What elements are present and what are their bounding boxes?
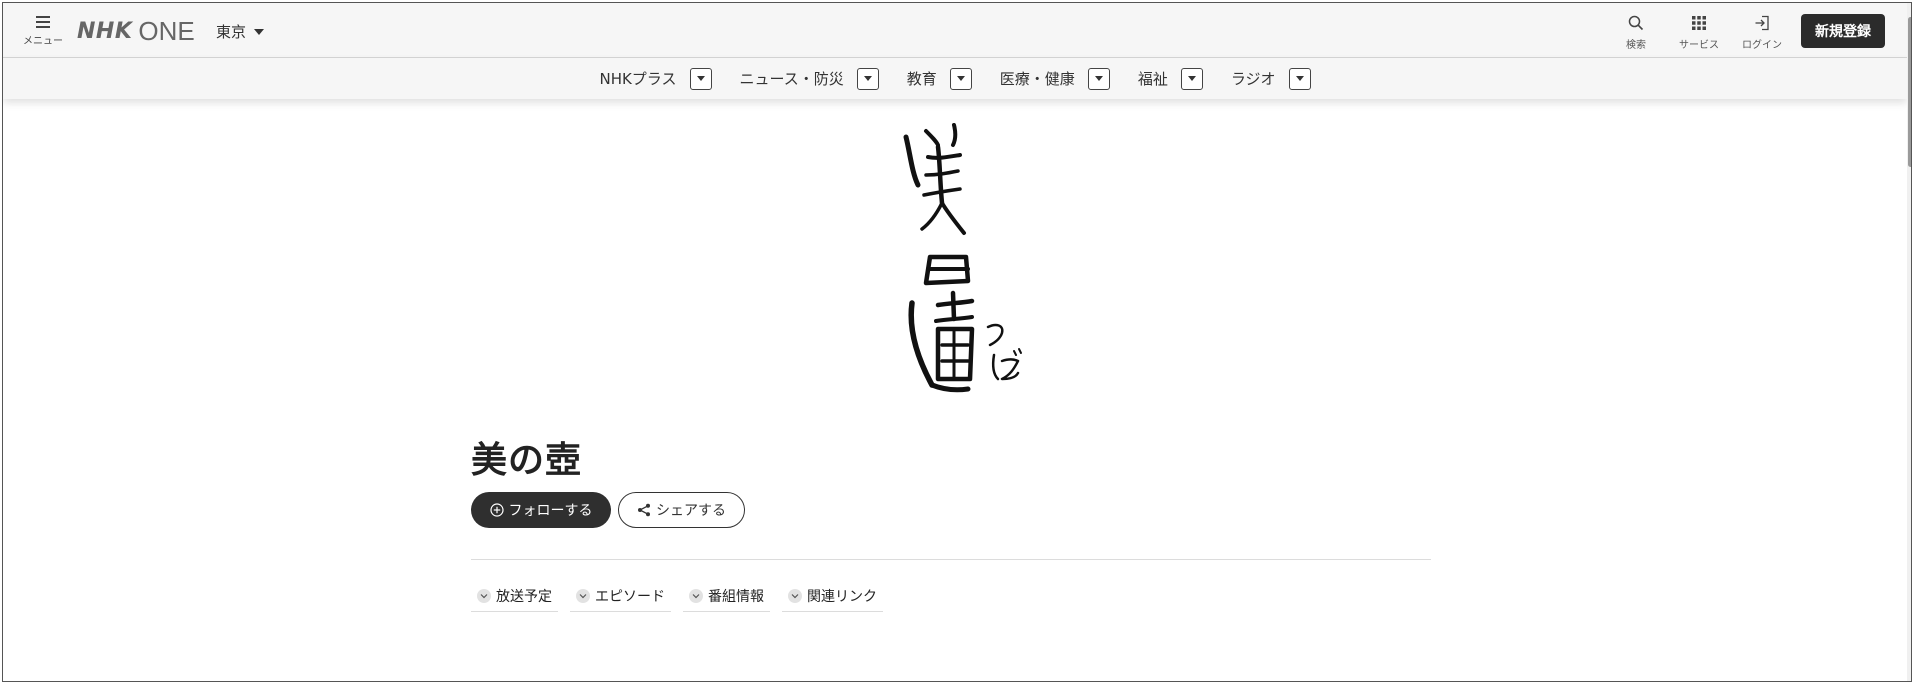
page-scrollbar[interactable] xyxy=(1907,3,1911,681)
scrollbar-thumb[interactable] xyxy=(1908,17,1911,167)
caret-down-icon xyxy=(863,76,872,81)
caret-down-icon xyxy=(1187,76,1196,81)
login-icon xyxy=(1755,15,1769,31)
tab-label: エピソード xyxy=(595,589,665,605)
plus-circle-icon xyxy=(489,503,504,517)
section-divider xyxy=(471,559,1431,560)
nav-dropdown-nhk-plus[interactable] xyxy=(689,67,712,90)
site-header: メニュー NHK ONE 東京 検索 サービス ログイン 新規登録 xyxy=(3,3,1907,58)
nav-link-radio[interactable]: ラジオ xyxy=(1231,68,1276,89)
nav-item-radio: ラジオ xyxy=(1231,67,1311,90)
share-label: シェアする xyxy=(656,503,726,519)
share-button[interactable]: シェアする xyxy=(618,492,745,528)
chevron-down-icon xyxy=(788,589,802,603)
search-label: 検索 xyxy=(1626,40,1646,51)
logo-one-text: ONE xyxy=(138,15,195,46)
nav-dropdown-health[interactable] xyxy=(1087,67,1110,90)
caret-down-icon xyxy=(696,76,705,81)
chevron-down-icon xyxy=(689,589,703,603)
grid-icon xyxy=(1692,16,1706,30)
region-label: 東京 xyxy=(216,23,247,41)
login-label: ログイン xyxy=(1742,40,1782,51)
follow-button[interactable]: フォローする xyxy=(471,492,611,528)
chevron-down-icon xyxy=(576,589,590,603)
follow-label: フォローする xyxy=(508,503,593,519)
nav-link-nhk-plus[interactable]: NHKプラス xyxy=(599,68,676,89)
nav-link-health[interactable]: 医療・健康 xyxy=(1000,68,1075,89)
search-button[interactable]: 検索 xyxy=(1608,15,1664,51)
caret-down-icon xyxy=(1295,76,1304,81)
nav-item-education: 教育 xyxy=(907,67,972,90)
services-button[interactable]: サービス xyxy=(1671,15,1727,51)
nav-dropdown-welfare[interactable] xyxy=(1180,67,1203,90)
tab-label: 番組情報 xyxy=(708,589,764,605)
tab-label: 放送予定 xyxy=(496,589,552,605)
program-title: 美の壺 xyxy=(471,440,583,481)
menu-button[interactable]: メニュー xyxy=(21,13,65,51)
category-nav: NHKプラス ニュース・防災 教育 医療・健康 福祉 ラジオ xyxy=(3,58,1907,99)
caret-down-icon xyxy=(1094,76,1103,81)
nav-link-welfare[interactable]: 福祉 xyxy=(1138,68,1168,89)
caret-down-icon xyxy=(254,28,265,35)
caret-down-icon xyxy=(956,76,965,81)
logo-nhk-text: NHK xyxy=(77,18,133,44)
nav-item-nhk-plus: NHKプラス xyxy=(599,67,712,90)
menu-label: メニュー xyxy=(23,35,63,47)
tab-label: 関連リンク xyxy=(807,589,877,605)
share-icon xyxy=(638,503,650,517)
nhk-one-logo[interactable]: NHK ONE xyxy=(77,15,195,46)
nav-item-welfare: 福祉 xyxy=(1138,67,1203,90)
nav-item-health: 医療・健康 xyxy=(1000,67,1110,90)
login-button[interactable]: ログイン xyxy=(1734,15,1790,51)
hamburger-icon xyxy=(36,16,50,28)
services-label: サービス xyxy=(1679,40,1719,51)
tab-program-info[interactable]: 番組情報 xyxy=(683,581,770,612)
tab-schedule[interactable]: 放送予定 xyxy=(471,581,558,612)
program-logo xyxy=(903,123,1022,393)
nav-item-news: ニュース・防災 xyxy=(740,67,879,90)
tab-related-links[interactable]: 関連リンク xyxy=(782,581,883,612)
signup-button[interactable]: 新規登録 xyxy=(1801,14,1885,48)
program-anchor-tabs: 放送予定 エピソード 番組情報 関連リンク xyxy=(471,581,895,612)
nav-link-news[interactable]: ニュース・防災 xyxy=(740,68,844,89)
nav-dropdown-radio[interactable] xyxy=(1288,67,1311,90)
region-selector[interactable]: 東京 xyxy=(216,21,265,42)
nav-link-education[interactable]: 教育 xyxy=(907,68,937,89)
nav-dropdown-education[interactable] xyxy=(949,67,972,90)
tab-episodes[interactable]: エピソード xyxy=(570,581,671,612)
chevron-down-icon xyxy=(477,589,491,603)
browser-viewport: メニュー NHK ONE 東京 検索 サービス ログイン 新規登録 NHKプラス… xyxy=(2,2,1912,682)
search-icon xyxy=(1628,15,1644,31)
nav-dropdown-news[interactable] xyxy=(856,67,879,90)
